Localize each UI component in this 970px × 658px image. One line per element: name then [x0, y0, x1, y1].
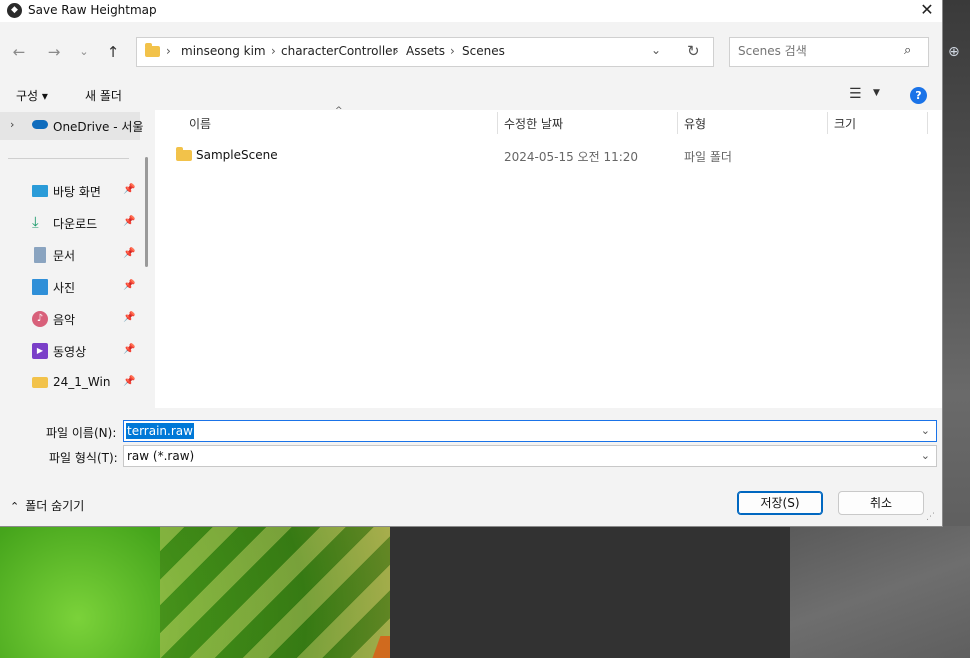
chevron-down-icon[interactable]: ⌄: [921, 449, 930, 462]
help-button[interactable]: ?: [910, 87, 927, 104]
pin-icon[interactable]: 📌: [123, 280, 135, 291]
close-button[interactable]: ✕: [912, 0, 942, 22]
breadcrumb-user[interactable]: minseong kim: [181, 44, 266, 58]
chevron-down-icon[interactable]: ⌄: [651, 43, 661, 57]
search-icon[interactable]: ⌕: [904, 43, 911, 58]
background-panel: [390, 526, 790, 658]
column-divider[interactable]: [677, 112, 678, 134]
breadcrumb-separator: ›: [450, 44, 455, 58]
pin-icon[interactable]: 📌: [123, 184, 135, 195]
file-modified: 2024-05-15 오전 11:20: [504, 150, 639, 164]
sidebar-item-label: 동영상: [53, 345, 87, 359]
resize-grip-icon[interactable]: ⋰: [926, 512, 935, 522]
folder-icon: [145, 43, 160, 57]
filename-label: 파일 이름(N):: [46, 426, 117, 440]
sidebar-item-onedrive[interactable]: › OneDrive - 서울: [0, 112, 144, 140]
sidebar-item-downloads[interactable]: ⤓ 다운로드 📌: [0, 209, 140, 237]
up-button[interactable]: ↑: [102, 41, 124, 63]
save-dialog: ◆ Save Raw Heightmap ✕ ← → ⌄ ↑ › minseon…: [0, 0, 942, 526]
hide-folders-button[interactable]: ⌃ 폴더 숨기기: [10, 497, 84, 514]
sidebar-item-label: 문서: [53, 249, 76, 263]
file-type: 파일 폴더: [684, 150, 732, 164]
address-bar[interactable]: › minseong kim › characterController › A…: [136, 37, 714, 67]
column-divider[interactable]: [827, 112, 828, 134]
forward-button[interactable]: →: [43, 41, 65, 63]
title-bar: ◆ Save Raw Heightmap ✕: [0, 0, 942, 22]
column-header-name[interactable]: 이름: [189, 115, 211, 132]
sidebar-item-videos[interactable]: ▶ 동영상 📌: [0, 337, 140, 365]
column-header-type[interactable]: 유형: [684, 115, 706, 132]
breadcrumb-assets[interactable]: Assets: [406, 44, 445, 58]
arrow-up-icon: ↑: [106, 43, 120, 61]
organize-button[interactable]: 구성 ▾: [16, 87, 48, 104]
sidebar-scrollbar[interactable]: [145, 157, 148, 267]
breadcrumb-separator: ›: [271, 44, 276, 58]
download-icon: ⤓: [32, 213, 39, 231]
breadcrumb-separator: ›: [394, 44, 399, 58]
sidebar-item-music[interactable]: ♪ 음악 📌: [0, 305, 140, 333]
column-header-modified[interactable]: 수정한 날짜: [504, 115, 563, 132]
search-input[interactable]: [738, 44, 898, 58]
chevron-down-icon[interactable]: ⌄: [921, 424, 930, 437]
pin-icon[interactable]: 📌: [123, 216, 135, 227]
column-header-size[interactable]: 크기: [834, 115, 856, 132]
refresh-icon[interactable]: ↻: [687, 42, 700, 60]
pin-icon[interactable]: 📌: [123, 376, 135, 387]
column-divider[interactable]: [497, 112, 498, 134]
file-name[interactable]: SampleScene: [196, 148, 278, 162]
arrow-left-icon: ←: [12, 43, 26, 61]
pin-icon[interactable]: 📌: [123, 344, 135, 355]
view-list-icon[interactable]: ☰: [849, 86, 862, 102]
desktop-icon: [32, 185, 48, 197]
arrow-right-icon: →: [47, 43, 61, 61]
filetype-select[interactable]: raw (*.raw) ⌄: [123, 445, 937, 467]
column-divider[interactable]: [927, 112, 928, 134]
pictures-icon: [32, 279, 48, 295]
gizmo-icon: ⊕: [948, 44, 960, 60]
filename-value[interactable]: terrain.raw: [126, 423, 194, 439]
chevron-up-icon: ⌃: [10, 500, 20, 513]
folder-icon: [32, 377, 48, 388]
sidebar-item-label: 사진: [53, 281, 76, 295]
document-icon: [34, 247, 46, 263]
filetype-label: 파일 형식(T):: [49, 451, 118, 465]
cloud-icon: [32, 120, 48, 129]
filename-field[interactable]: terrain.raw ⌄: [123, 420, 937, 442]
hide-folders-label: 폴더 숨기기: [25, 499, 85, 513]
breadcrumb-scenes[interactable]: Scenes: [462, 44, 505, 58]
sidebar-item-pictures[interactable]: 사진 📌: [0, 273, 140, 301]
sidebar-item-label: OneDrive - 서울: [53, 120, 144, 134]
sidebar-item-documents[interactable]: 문서 📌: [0, 241, 140, 269]
search-box[interactable]: ⌕: [729, 37, 929, 67]
sidebar-item-label: 다운로드: [53, 217, 98, 231]
sidebar-item-label: 음악: [53, 313, 76, 327]
caret-down-icon[interactable]: ▼: [873, 88, 880, 98]
new-folder-button[interactable]: 새 폴더: [85, 87, 122, 104]
sidebar-item-label: 바탕 화면: [53, 185, 101, 199]
terrain-preview: [0, 526, 390, 658]
pin-icon[interactable]: 📌: [123, 248, 135, 259]
sidebar-item-desktop[interactable]: 바탕 화면 📌: [0, 177, 140, 205]
video-icon: ▶: [32, 343, 48, 359]
sidebar-item-folder[interactable]: 24_1_Win 📌: [0, 369, 140, 397]
music-icon: ♪: [32, 311, 48, 327]
background-scene: [790, 526, 970, 658]
chevron-down-icon: ⌄: [79, 45, 89, 58]
sort-caret-icon: ^: [335, 106, 343, 116]
save-button[interactable]: 저장(S): [737, 491, 823, 515]
close-icon: ✕: [920, 0, 934, 19]
filetype-value: raw (*.raw): [127, 449, 195, 463]
breadcrumb-separator: ›: [166, 44, 171, 58]
window-title: Save Raw Heightmap: [28, 3, 157, 17]
sidebar-divider: [8, 158, 129, 159]
recent-locations-button[interactable]: ⌄: [73, 41, 95, 63]
unity-icon: ◆: [7, 3, 22, 18]
folder-icon: [176, 147, 192, 161]
sidebar-item-label: 24_1_Win: [53, 375, 111, 389]
breadcrumb-project[interactable]: characterController: [281, 44, 398, 58]
cancel-button[interactable]: 취소: [838, 491, 924, 515]
pin-icon[interactable]: 📌: [123, 312, 135, 323]
back-button[interactable]: ←: [8, 41, 30, 63]
chevron-right-icon[interactable]: ›: [10, 118, 14, 131]
